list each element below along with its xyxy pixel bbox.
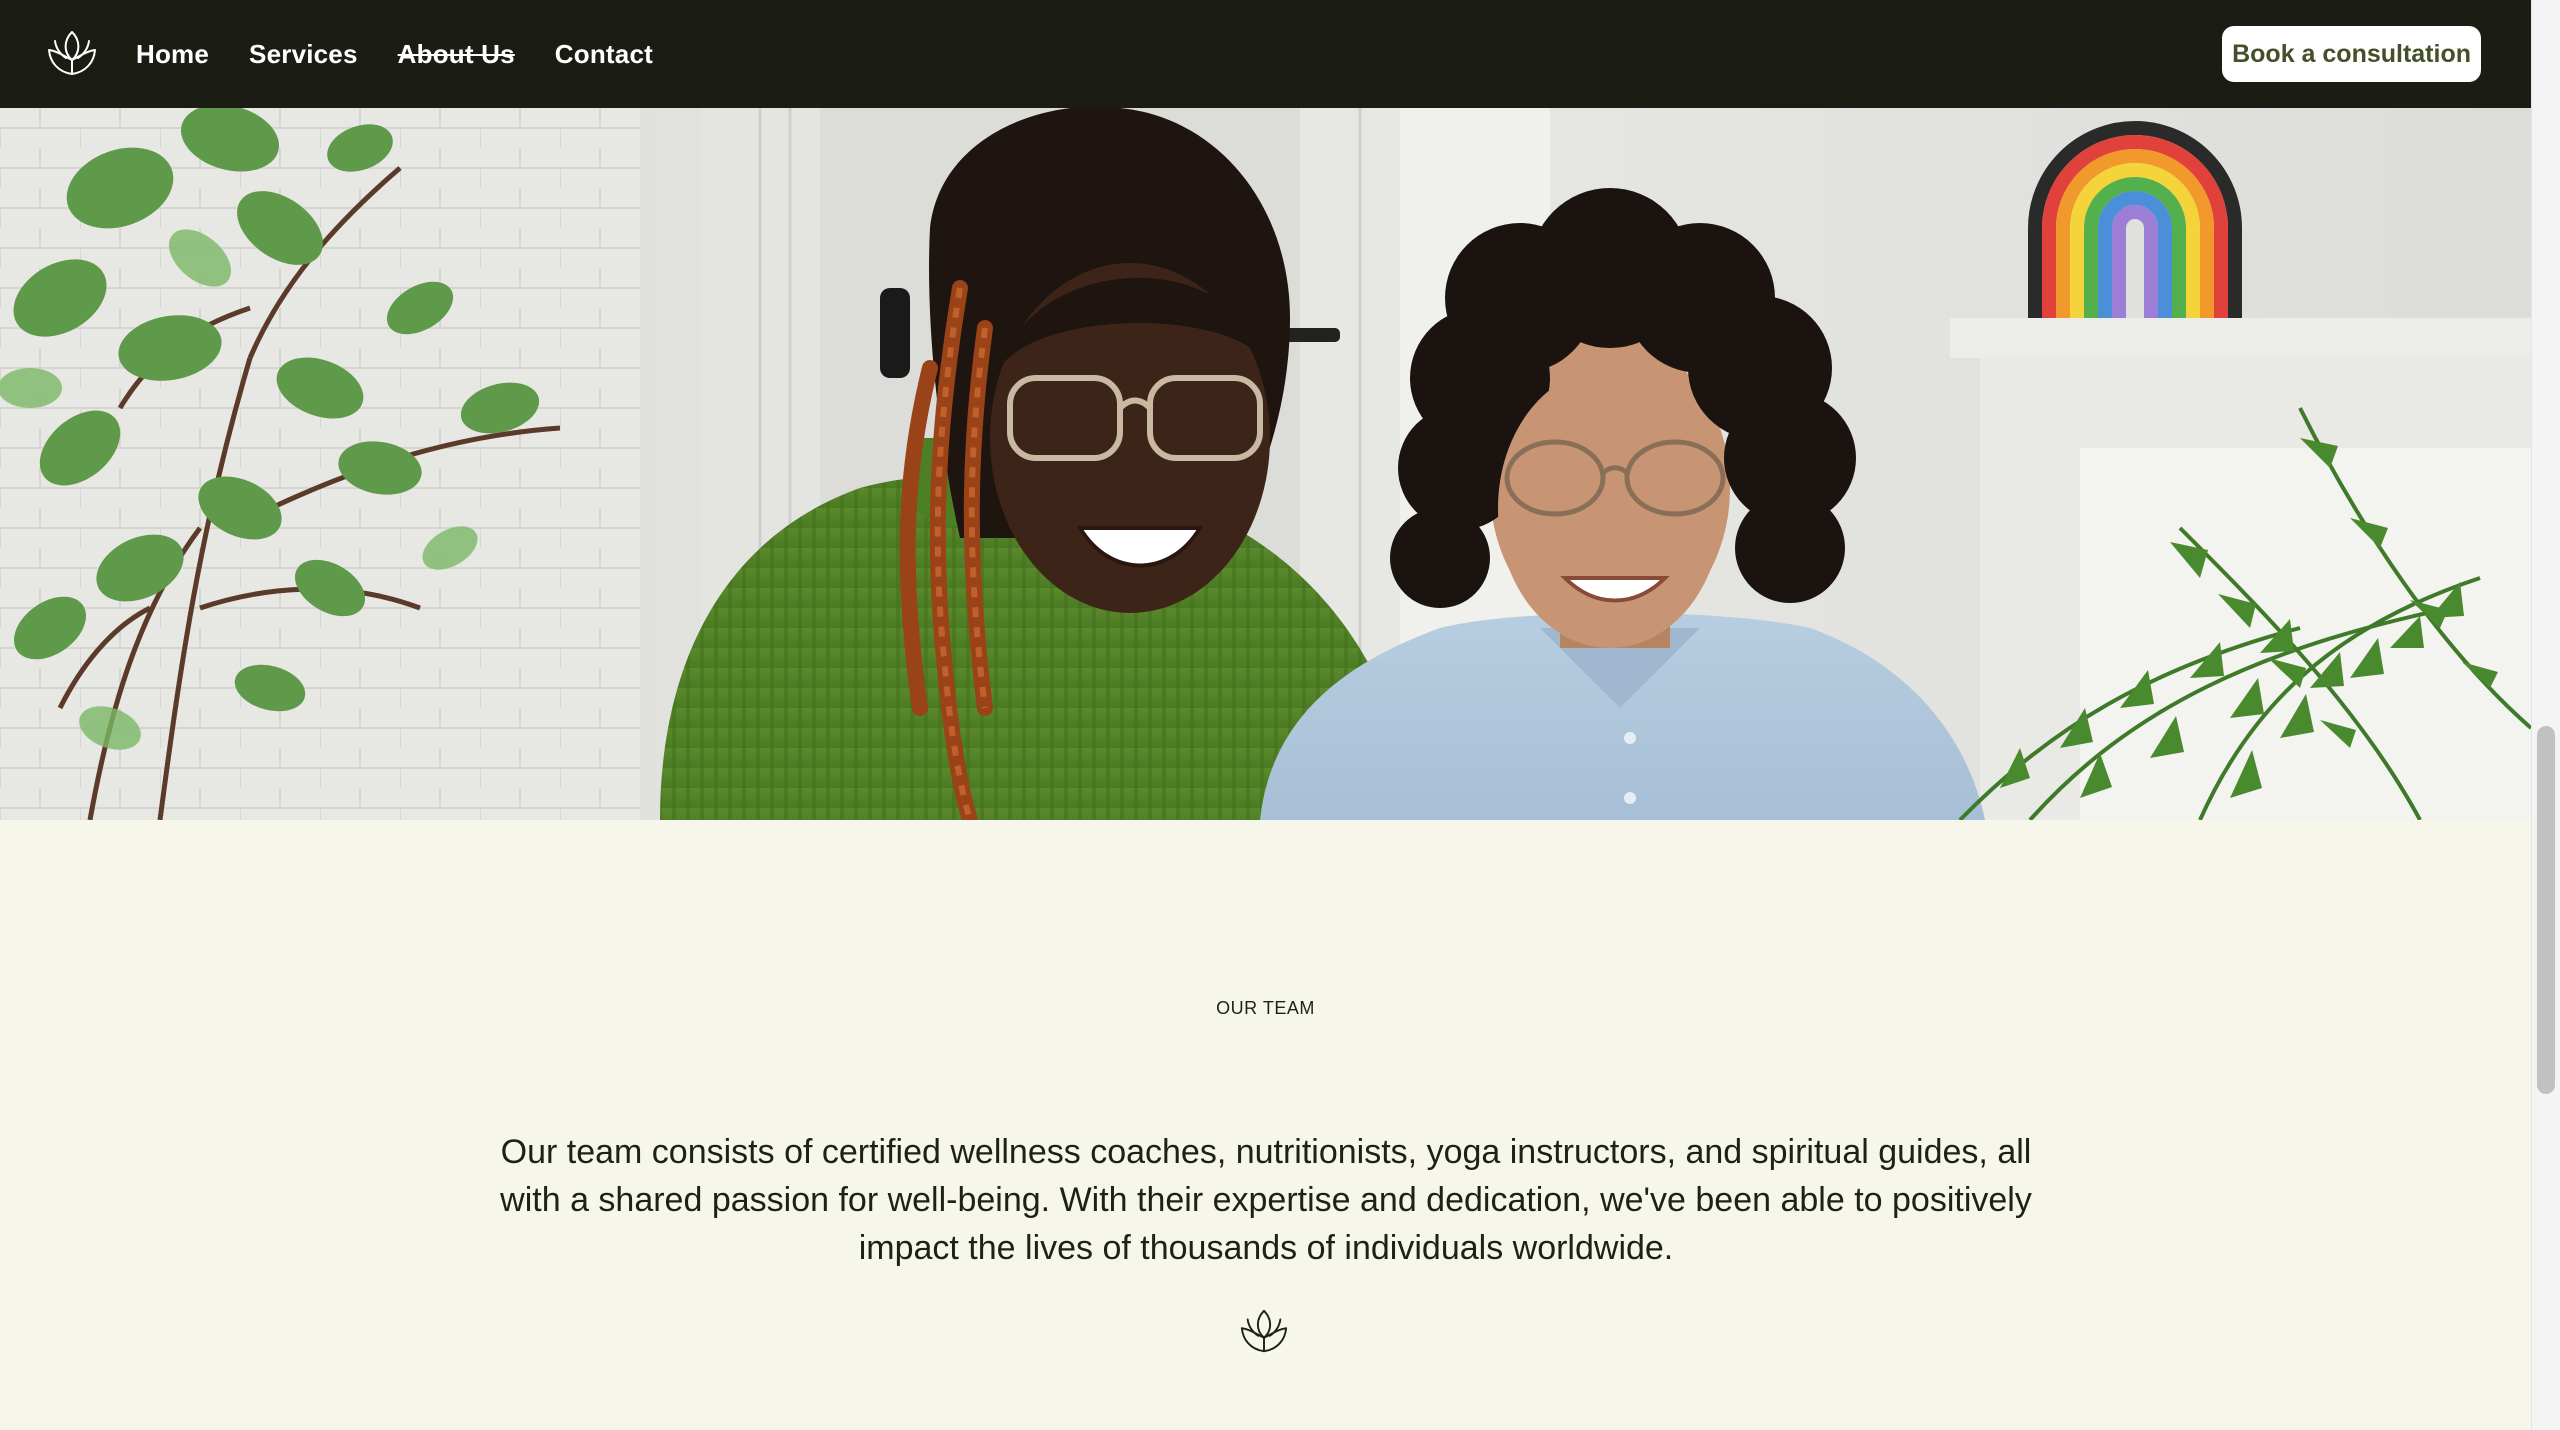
section-eyebrow: OUR TEAM xyxy=(1216,998,1315,1018)
nav-link-about-us[interactable]: About Us xyxy=(398,39,515,70)
book-consultation-button[interactable]: Book a consultation xyxy=(2222,26,2481,82)
nav-link-services[interactable]: Services xyxy=(249,39,358,70)
scrollbar-thumb[interactable] xyxy=(2537,726,2555,1094)
top-navigation: Home Services About Us Contact Book a co… xyxy=(0,0,2531,108)
hero-photo xyxy=(0,108,2531,820)
team-description: Our team consists of certified wellness … xyxy=(500,1133,2032,1267)
page: Home Services About Us Contact Book a co… xyxy=(0,0,2531,1430)
vertical-scrollbar[interactable] xyxy=(2531,0,2560,1430)
nav-link-home[interactable]: Home xyxy=(136,39,209,70)
lotus-icon xyxy=(1240,1309,1288,1353)
nav-link-contact[interactable]: Contact xyxy=(555,39,653,70)
team-photo-image xyxy=(0,108,2531,820)
our-team-section: OUR TEAM Our team consists of certified … xyxy=(0,820,2531,1430)
lotus-icon[interactable] xyxy=(46,28,98,80)
nav-links: Home Services About Us Contact xyxy=(136,0,653,108)
